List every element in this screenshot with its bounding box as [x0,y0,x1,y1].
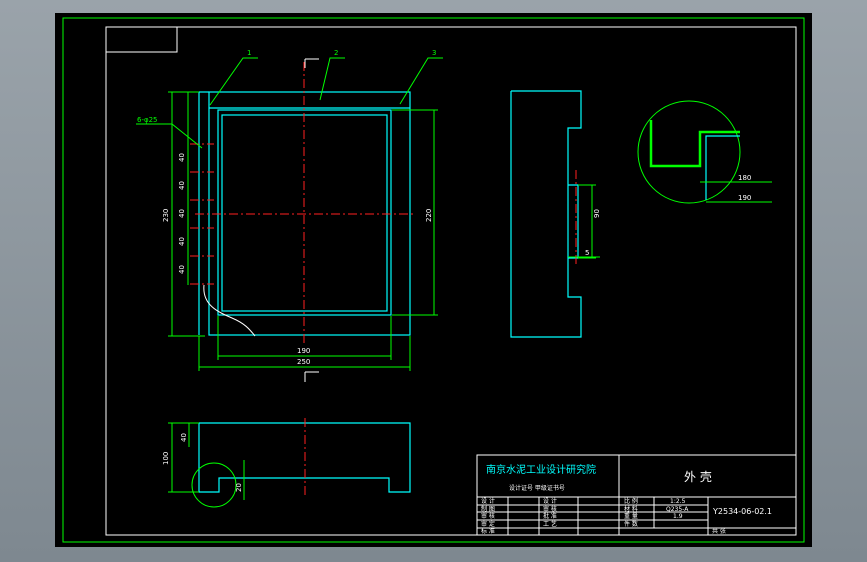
tb-value: 1.9 [673,513,683,520]
tb-label: 材 料 [624,505,638,513]
dim-detail-b: 190 [738,194,751,202]
balloon-number: 2 [334,49,338,57]
tb-label: 工 艺 [543,520,557,528]
dim-bottom-height: 100 [162,452,170,465]
dim-detail-a: 180 [738,174,751,182]
tb-label: 审 核 [543,505,557,513]
tb-value: Q235-A [666,506,689,513]
part-name: 外 壳 [684,470,712,484]
tb-label: 批 准 [543,512,557,520]
tb-label: 制 图 [481,505,495,513]
dim-height-right: 220 [425,209,433,222]
pitch-label: 40 [178,209,186,218]
tb-value: 1:2.5 [670,498,686,505]
institute-name: 南京水泥工业设计研究院 [486,463,596,476]
drawing-sheet: 1 2 3 6-φ25 40 40 40 40 40 230 220 190 2… [55,13,812,547]
pitch-label: 40 [178,237,186,246]
dim-inner-width: 190 [297,347,310,355]
tb-label: 比 例 [624,497,638,505]
tb-label: 审 定 [481,520,495,528]
balloon-number: 1 [247,49,251,57]
dim-bottom-depth: 40 [180,433,188,442]
institute-subtitle: 设计证号 甲级证书号 [509,484,565,492]
drawing-number: Y2534-06-02.1 [712,507,772,516]
tb-label: 重 量 [624,512,638,520]
cad-viewport[interactable]: 1 2 3 6-φ25 40 40 40 40 40 230 220 190 2… [0,0,867,562]
dim-bottom-detail: 20 [235,483,243,492]
sheet-count-label: 共 张 [712,527,726,535]
balloon-number: 3 [432,49,436,57]
pitch-label: 40 [178,181,186,190]
pitch-label: 40 [178,153,186,162]
tb-label: 审 核 [481,512,495,520]
tb-label: 标 准 [481,527,495,535]
pitch-label: 40 [178,265,186,274]
dim-side-slot: 90 [593,209,601,218]
tb-label: 设 计 [481,497,495,505]
dim-height-left: 230 [162,209,170,222]
tb-label: 设 计 [543,497,557,505]
dim-outer-width: 250 [297,358,310,366]
tb-label: 件 数 [624,520,638,528]
dim-side-step: 5 [585,249,589,257]
hole-callout: 6-φ25 [137,116,158,124]
